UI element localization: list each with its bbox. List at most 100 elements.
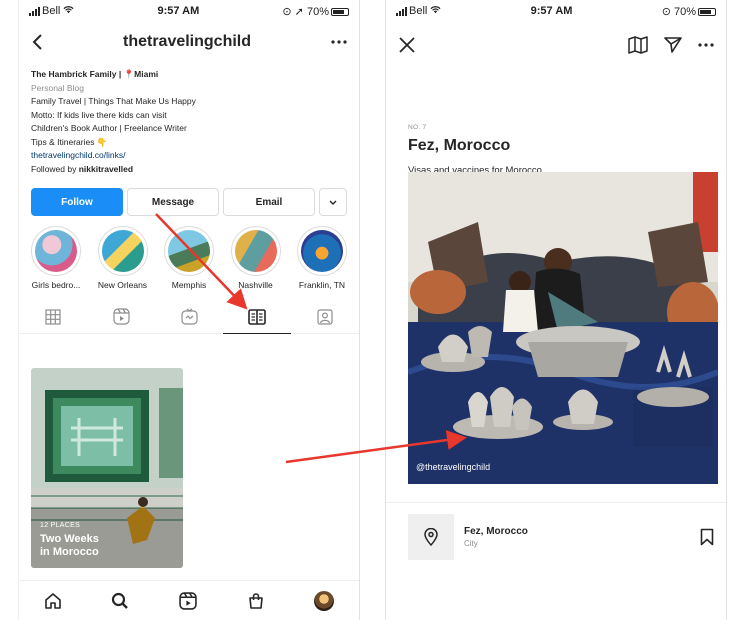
highlight-ring [297,226,347,276]
highlight-label: New Orleans [97,280,148,290]
message-button[interactable]: Message [127,188,219,216]
suggested-accounts-button[interactable] [319,188,347,216]
bio-line: Children's Book Author | Freelance Write… [31,123,187,133]
more-options-icon[interactable] [331,40,347,44]
tab-tagged[interactable] [291,300,359,333]
place-thumbnail [408,514,454,560]
chevron-down-icon [329,200,337,205]
guide-screen: Bell 9:57 AM ⊙ 70% NO. 7 Fez, Morocco Vi… [385,0,727,620]
section-divider [386,502,726,503]
tab-guides[interactable] [223,300,291,334]
guide-header-actions [628,36,714,54]
tab-reels[interactable] [87,300,155,333]
wifi-icon [63,6,74,14]
guides-icon [248,308,266,325]
place-name: Fez, Morocco [464,526,528,537]
guide-item-photo[interactable]: @thetravelingchild [408,172,718,484]
bio-link[interactable]: thetravelingchild.co/links/ [31,149,347,163]
place-row[interactable]: Fez, Morocco City [408,514,714,560]
profile-username: thetravelingchild [122,33,252,50]
place-type: City [464,539,478,548]
profile-avatar[interactable] [314,590,335,611]
profile-category: Personal Blog [31,82,84,93]
highlight-ring [97,226,148,276]
highlight-item[interactable]: Girls bedro... [25,226,87,290]
guide-title: Two Weeks in Morocco [40,533,99,559]
guide-title-line: Two Weeks [40,533,99,545]
share-icon[interactable] [664,36,682,54]
highlight-label: Girls bedro... [31,280,81,290]
follow-button[interactable]: Follow [31,188,123,216]
status-bar: Bell 9:57 AM ⊙ 70% [386,0,726,22]
bottom-nav [19,580,359,620]
email-button[interactable]: Email [223,188,315,216]
highlight-ring [230,226,281,276]
followed-by-prefix: Followed by [31,163,79,174]
signal-icon [29,6,40,16]
profile-tabs [19,300,359,334]
clock: 9:57 AM [530,5,573,17]
map-icon[interactable] [628,36,648,54]
battery-icon [330,7,349,16]
highlight-item[interactable]: Nashville [225,226,287,290]
highlight-cover [234,230,277,272]
location-icon: ⊙ ➚ [282,5,307,18]
story-highlights: Girls bedro... New Orleans Memphis Nashv… [19,216,359,290]
shop-icon[interactable] [247,592,265,610]
battery-label: 70% [673,5,696,18]
highlight-item[interactable]: Memphis [158,226,220,290]
guide-place-count: 12 PLACES [40,522,81,529]
profile-actions: Follow Message Email [19,176,359,216]
bookmark-icon[interactable] [700,528,714,546]
reels-icon[interactable] [179,591,197,610]
wifi-icon [430,6,441,14]
battery-icon [698,7,716,16]
battery-label: 70% [306,5,329,18]
profile-bio: The Hambrick Family | 📍Miami Personal Bl… [19,62,359,176]
status-right: ⊙ 70% [662,5,716,18]
followed-by-user: nikkitravelled [78,163,134,174]
igtv-icon [180,308,198,325]
guide-item-title: Fez, Morocco [408,137,511,154]
profile-display-name: The Hambrick Family | 📍Miami [31,69,159,79]
highlight-cover [35,230,77,272]
search-icon[interactable] [111,592,129,610]
highlight-cover [101,230,144,272]
highlight-cover [301,230,343,272]
home-icon[interactable] [44,592,62,610]
carrier-signal: Bell [396,5,441,17]
place-text: Fez, Morocco City [464,526,528,548]
highlight-label: Memphis [171,280,207,290]
status-bar: Bell 9:57 AM ⊙ ➚ 70% [19,0,359,22]
more-options-icon[interactable] [698,43,714,47]
carrier-signal: Bell [29,5,74,17]
tagged-icon [317,308,333,325]
back-icon[interactable] [31,33,43,51]
reels-icon [112,308,130,325]
signal-icon [396,6,407,16]
location-pin-icon [424,528,438,546]
highlight-label: Franklin, TN [298,280,346,290]
highlight-ring [31,226,81,276]
clock: 9:57 AM [157,5,200,17]
guide-card[interactable]: 12 PLACES Two Weeks in Morocco [31,368,183,568]
followed-by[interactable]: Followed by nikkitravelled [31,163,347,177]
tab-igtv[interactable] [155,300,223,333]
bio-line: Tips & Itineraries 👇 [31,136,108,147]
highlight-item[interactable]: New Orleans [92,226,154,290]
guide-title-line: in Morocco [40,546,99,558]
profile-screen: Bell 9:57 AM ⊙ ➚ 70% thetravelingchild T… [18,0,360,620]
highlight-item[interactable]: Franklin, TN [291,226,353,290]
highlight-cover [168,230,210,272]
highlight-label: Nashville [238,280,273,290]
grid-icon [45,308,61,325]
profile-header: thetravelingchild [19,22,359,62]
tea-set-photo [408,172,718,484]
close-icon[interactable] [398,36,416,54]
guide-header [386,22,726,68]
guide-item-number: NO. 7 [408,124,427,131]
carrier-label: Bell [409,5,428,17]
bio-line: Motto: If kids live there kids can visit [31,109,167,120]
location-icon: ⊙ [661,5,674,18]
tab-posts[interactable] [19,300,87,333]
